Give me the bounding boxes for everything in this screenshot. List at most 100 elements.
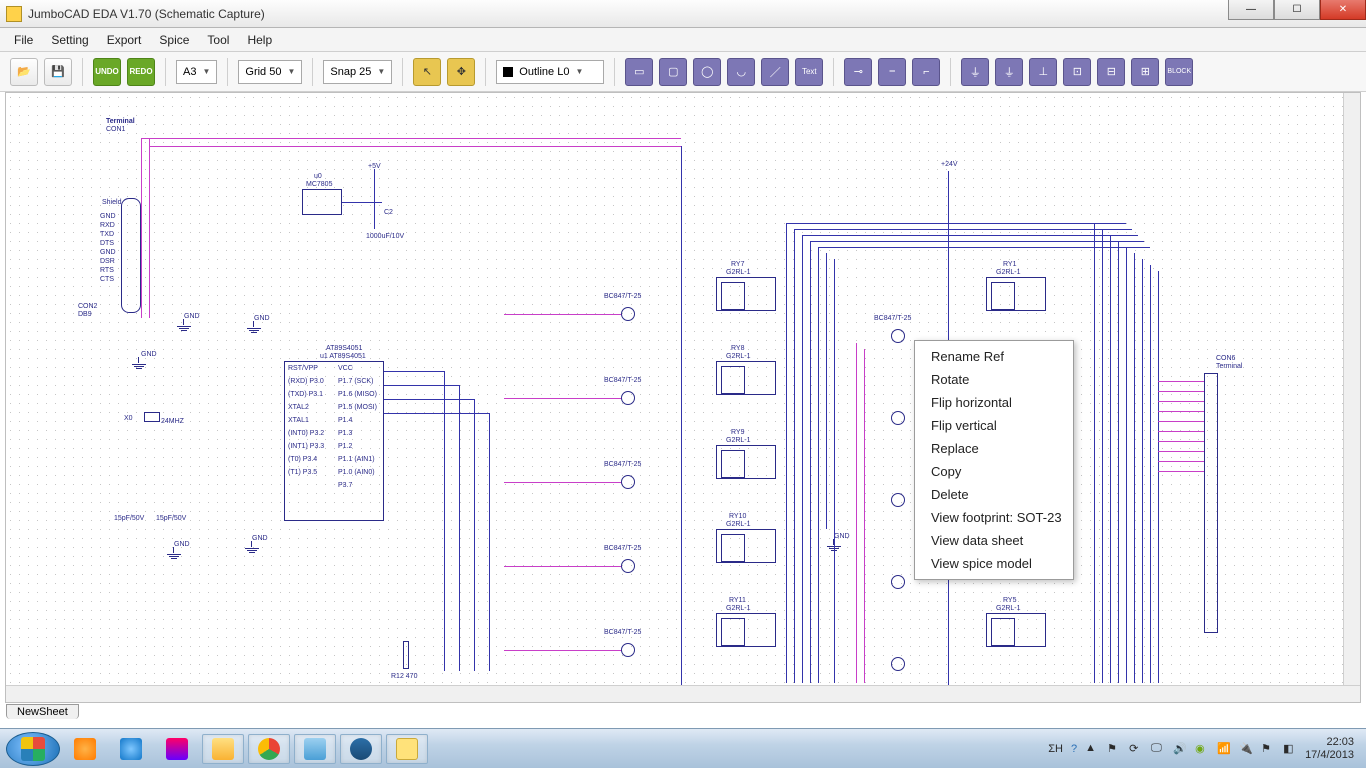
text-label: Text — [802, 67, 817, 76]
undo-button[interactable]: UNDO — [93, 58, 121, 86]
save-button[interactable]: 💾 — [44, 58, 72, 86]
db9-pins: GND RXD TXD DTS GND DSR RTS CTS — [100, 213, 116, 269]
gnd-symbol — [131, 363, 147, 375]
block-icon: BLOCK — [1167, 68, 1191, 75]
task-app2[interactable] — [340, 734, 382, 764]
tray-battery-icon[interactable]: 🔌 — [1239, 742, 1253, 756]
grid-value: Grid 50 — [245, 66, 281, 78]
component-tool[interactable]: ⊞ — [1131, 58, 1159, 86]
app-icon — [6, 6, 22, 22]
tray-display-icon[interactable]: 🖵 — [1151, 742, 1165, 756]
window-buttons: — ☐ ✕ — [1228, 0, 1366, 20]
power-icon: ⏚ — [970, 64, 981, 80]
task-ie[interactable] — [110, 734, 152, 764]
ctx-rename-ref[interactable]: Rename Ref — [915, 345, 1073, 368]
menu-export[interactable]: Export — [99, 31, 150, 49]
line-tool[interactable]: ／ — [761, 58, 789, 86]
tray-chevron-up-icon[interactable]: ▲ — [1085, 742, 1099, 756]
schematic-canvas[interactable]: Terminal CON1 CON2 DB9 Shield GND RXD TX… — [6, 93, 1360, 702]
gnd-symbol — [176, 325, 192, 337]
net-tool[interactable]: ⎯ — [878, 58, 906, 86]
system-tray: ΣΗ ? ▲ ⚑ ⟳ 🖵 🔊 ◉ 📶 🔌 ⚑ ◧ 22:03 17/4/2013 — [1048, 736, 1360, 760]
task-jumbocad[interactable] — [386, 734, 428, 764]
tray-shield-icon[interactable]: ⚑ — [1261, 742, 1275, 756]
tray-volume-icon[interactable]: 🔊 — [1173, 742, 1187, 756]
ctx-flip-vertical[interactable]: Flip vertical — [915, 414, 1073, 437]
ctx-delete[interactable]: Delete — [915, 483, 1073, 506]
pin-tool[interactable]: ⊟ — [1097, 58, 1125, 86]
separator — [950, 58, 951, 86]
block-tool[interactable]: BLOCK — [1165, 58, 1193, 86]
arc-icon: ◡ — [736, 65, 746, 78]
arrow-icon: ↖ — [423, 65, 432, 78]
separator — [485, 58, 486, 86]
separator — [833, 58, 834, 86]
sheet-tab-newsheet[interactable]: NewSheet — [6, 704, 79, 719]
task-photos[interactable] — [294, 734, 336, 764]
folder-icon — [212, 738, 234, 760]
ctx-view-footprint[interactable]: View footprint: SOT-23 — [915, 506, 1073, 529]
ie-icon — [120, 738, 142, 760]
snap-combo[interactable]: Snap 25▼ — [323, 60, 392, 84]
ctx-replace[interactable]: Replace — [915, 437, 1073, 460]
maximize-button[interactable]: ☐ — [1274, 0, 1320, 20]
text-tool[interactable]: Text — [795, 58, 823, 86]
close-button[interactable]: ✕ — [1320, 0, 1366, 20]
ground-tool[interactable]: ⏚ — [995, 58, 1023, 86]
tray-help-icon[interactable]: ? — [1071, 743, 1077, 755]
ctx-view-spice[interactable]: View spice model — [915, 552, 1073, 575]
task-chrome[interactable] — [248, 734, 290, 764]
tray-flag-icon[interactable]: ⚑ — [1107, 742, 1121, 756]
separator — [165, 58, 166, 86]
ctx-view-datasheet[interactable]: View data sheet — [915, 529, 1073, 552]
menu-help[interactable]: Help — [239, 31, 280, 49]
tray-network-icon[interactable]: 📶 — [1217, 742, 1231, 756]
menu-setting[interactable]: Setting — [43, 31, 96, 49]
undo-label: UNDO — [95, 67, 119, 76]
minimize-button[interactable]: — — [1228, 0, 1274, 20]
redo-button[interactable]: REDO — [127, 58, 155, 86]
net-icon: ⎯ — [890, 65, 896, 78]
chevron-down-icon: ▼ — [377, 67, 385, 76]
circle-tool[interactable]: ◯ — [693, 58, 721, 86]
move-tool[interactable]: ✥ — [447, 58, 475, 86]
transistor — [621, 307, 635, 321]
ctx-copy[interactable]: Copy — [915, 460, 1073, 483]
tray-date: 17/4/2013 — [1305, 749, 1354, 761]
tray-action-icon[interactable]: ◧ — [1283, 742, 1297, 756]
vcc-tool[interactable]: ⊥ — [1029, 58, 1057, 86]
label-terminal: Terminal — [106, 118, 135, 125]
tray-clock[interactable]: 22:03 17/4/2013 — [1305, 736, 1354, 760]
menu-spice[interactable]: Spice — [151, 31, 197, 49]
layer-combo[interactable]: Outline L0▼ — [496, 60, 604, 84]
menu-file[interactable]: File — [6, 31, 41, 49]
vcc-icon: ⊥ — [1039, 65, 1049, 78]
port-tool[interactable]: ⊡ — [1063, 58, 1091, 86]
task-app1[interactable] — [156, 734, 198, 764]
task-mediaplayer[interactable] — [64, 734, 106, 764]
scrollbar-vertical[interactable] — [1343, 93, 1360, 685]
start-button[interactable] — [6, 732, 60, 766]
arc-tool[interactable]: ◡ — [727, 58, 755, 86]
tray-nvidia-icon[interactable]: ◉ — [1195, 742, 1209, 756]
tray-sync-icon[interactable]: ⟳ — [1129, 742, 1143, 756]
menu-tool[interactable]: Tool — [199, 31, 237, 49]
select-tool[interactable]: ↖ — [413, 58, 441, 86]
bus-tool[interactable]: ⌐ — [912, 58, 940, 86]
separator — [614, 58, 615, 86]
grid-combo[interactable]: Grid 50▼ — [238, 60, 302, 84]
tray-lang[interactable]: ΣΗ — [1048, 743, 1063, 755]
port-icon: ⊡ — [1073, 65, 1082, 78]
ctx-rotate[interactable]: Rotate — [915, 368, 1073, 391]
rect-tool[interactable]: ▭ — [625, 58, 653, 86]
wire-tool[interactable]: ⊸ — [844, 58, 872, 86]
open-button[interactable]: 📂 — [10, 58, 38, 86]
power-tool[interactable]: ⏚ — [961, 58, 989, 86]
roundrect-tool[interactable]: ▢ — [659, 58, 687, 86]
task-explorer[interactable] — [202, 734, 244, 764]
ctx-flip-horizontal[interactable]: Flip horizontal — [915, 391, 1073, 414]
paper-size-combo[interactable]: A3▼ — [176, 60, 217, 84]
titlebar: JumboCAD EDA V1.70 (Schematic Capture) —… — [0, 0, 1366, 28]
floppy-icon: 💾 — [51, 65, 65, 78]
transistor — [891, 657, 905, 671]
